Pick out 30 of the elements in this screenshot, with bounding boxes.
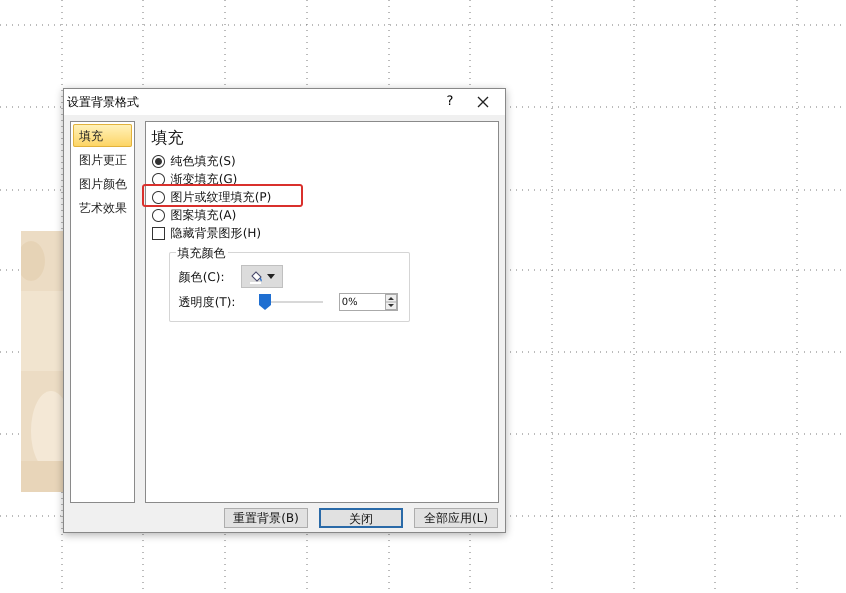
option-label: 隐藏背景图形(H) <box>170 225 262 242</box>
window-title: 设置背景格式 <box>67 94 140 111</box>
slider-track[interactable] <box>258 294 323 310</box>
dialog-button[interactable]: 关闭 <box>319 508 403 528</box>
category-item[interactable]: 填充 <box>73 124 132 147</box>
radio-button[interactable] <box>152 190 165 204</box>
option-label: 图片或纹理填充(P) <box>170 189 272 206</box>
category-item[interactable]: 图片更正 <box>73 148 132 171</box>
category-item[interactable]: 艺术效果 <box>73 196 132 219</box>
dialog-button[interactable]: 重置背景(B) <box>224 508 308 528</box>
option-label: 图案填充(A) <box>170 207 236 224</box>
field-label: 透明度(T): <box>178 294 236 311</box>
option-label: 纯色填充(S) <box>170 153 236 170</box>
dialog-button[interactable]: 全部应用(L) <box>414 508 498 528</box>
checkbox[interactable] <box>152 226 165 240</box>
radio-button[interactable] <box>152 154 165 168</box>
panel-heading: 填充 <box>152 127 185 149</box>
group-title: 填充颜色 <box>176 244 228 262</box>
field-label: 颜色(C): <box>178 268 226 286</box>
radio-button[interactable] <box>152 172 165 186</box>
spin-arrows-icon[interactable] <box>384 294 397 310</box>
slider-thumb[interactable] <box>258 294 271 310</box>
radio-button[interactable] <box>152 208 165 222</box>
paint-bucket-icon <box>248 270 263 284</box>
help-button[interactable]: ? <box>435 90 465 114</box>
option-label: 渐变填充(G) <box>170 171 238 188</box>
category-item[interactable]: 图片颜色 <box>73 172 132 195</box>
caret-icon <box>266 274 275 279</box>
fill-color-dropdown[interactable] <box>240 265 283 288</box>
percent-spin-field[interactable]: 0% <box>338 293 398 311</box>
